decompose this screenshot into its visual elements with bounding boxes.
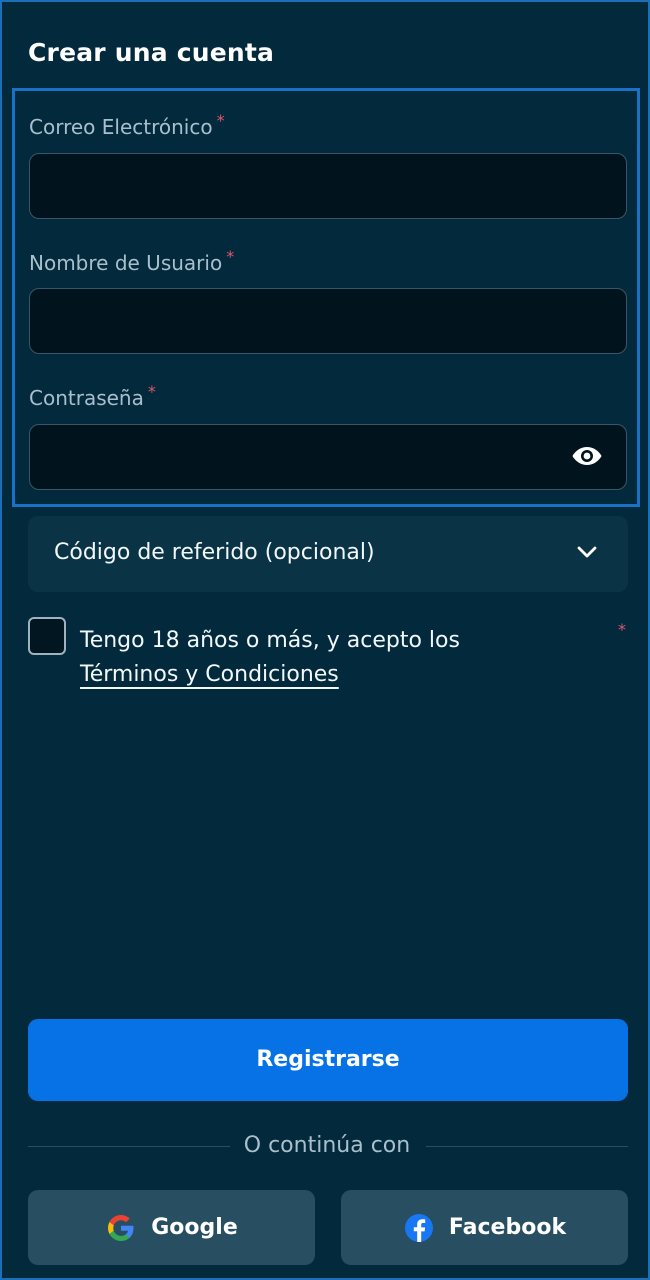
divider-text: O continúa con — [2, 1133, 650, 1158]
referral-code-dropdown[interactable]: Código de referido (opcional) — [28, 516, 628, 592]
google-login-button[interactable]: Google — [28, 1190, 315, 1265]
facebook-button-content: Facebook — [341, 1190, 628, 1265]
username-label: Nombre de Usuario * — [29, 247, 234, 275]
facebook-logo-icon — [404, 1213, 433, 1242]
username-label-text: Nombre de Usuario — [29, 251, 223, 275]
google-logo-icon — [108, 1214, 134, 1241]
divider-label: O continúa con — [243, 1133, 411, 1158]
email-label: Correo Electrónico * — [29, 111, 225, 139]
google-button-content: Google — [28, 1190, 315, 1265]
required-mark: * — [147, 382, 156, 401]
page-title: Crear una cuenta — [28, 38, 275, 67]
email-label-text: Correo Electrónico — [29, 115, 213, 139]
eye-icon[interactable] — [571, 444, 603, 468]
required-mark: * — [216, 111, 225, 130]
required-mark: * — [226, 247, 235, 266]
register-button[interactable]: Registrarse — [28, 1019, 628, 1101]
terms-link[interactable]: Términos y Condiciones — [80, 659, 339, 691]
username-field[interactable] — [29, 288, 627, 354]
age-terms-checkbox[interactable] — [28, 617, 66, 655]
credentials-form: Correo Electrónico * Nombre de Usuario * C… — [12, 88, 640, 507]
signup-screen: Crear una cuenta Correo Electrónico * Nom… — [0, 0, 650, 1280]
required-mark: * — [618, 620, 626, 639]
password-field[interactable] — [29, 424, 627, 490]
email-field[interactable] — [29, 153, 627, 219]
password-label: Contraseña * — [29, 382, 156, 410]
google-label: Google — [151, 1215, 238, 1240]
facebook-label: Facebook — [448, 1215, 567, 1240]
referral-code-label: Código de referido (opcional) — [54, 540, 375, 565]
password-label-text: Contraseña — [29, 386, 144, 410]
chevron-down-icon — [577, 546, 597, 558]
terms-text: Tengo 18 años o más, y acepto los — [80, 628, 460, 653]
facebook-login-button[interactable]: Facebook — [341, 1190, 628, 1265]
